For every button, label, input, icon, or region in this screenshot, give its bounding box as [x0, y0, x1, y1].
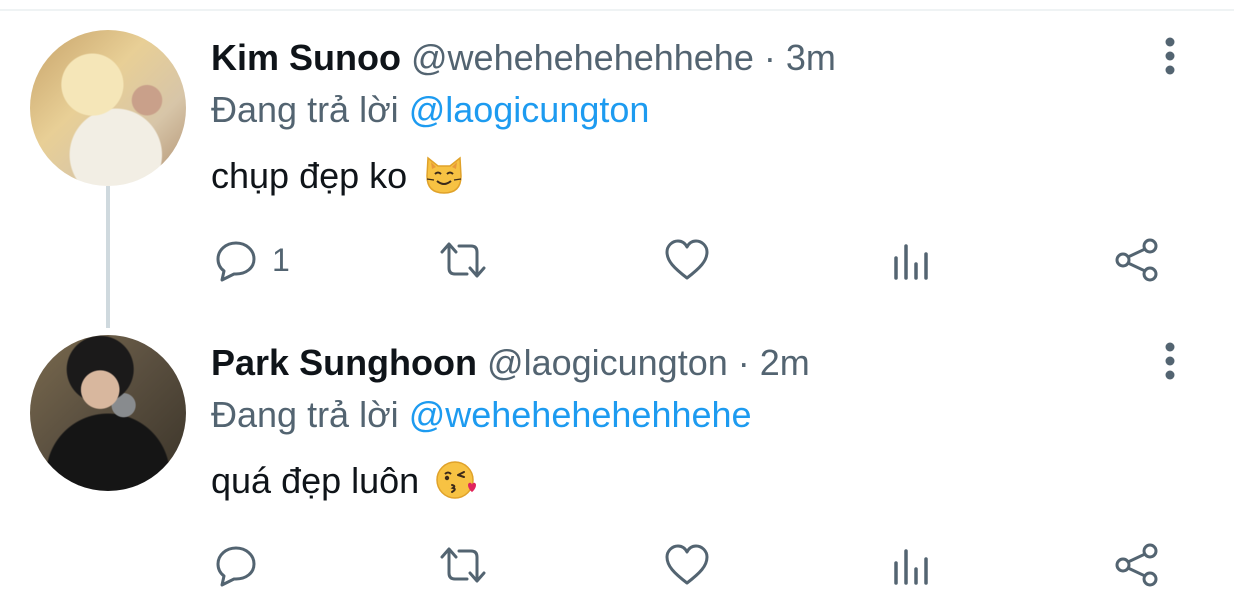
top-divider: [0, 9, 1234, 11]
replying-to: Đang trả lời @laogicungton: [211, 90, 649, 130]
tweet-actions: 1: [0, 236, 1234, 284]
mention-link[interactable]: @wehehehehehhehe: [409, 394, 752, 435]
tweet-text-content: chụp đẹp ko: [211, 155, 408, 196]
handle[interactable]: @laogicungton: [487, 342, 728, 383]
timestamp[interactable]: 3m: [786, 37, 836, 78]
tweet-text: chụp đẹp ko: [211, 154, 465, 196]
kissing-face-emoji: [436, 461, 477, 499]
heart-icon: [665, 544, 709, 585]
reply-button[interactable]: 1: [214, 236, 290, 284]
retweet-button[interactable]: [438, 236, 488, 284]
replying-to: Đang trả lời @wehehehehehhehe: [211, 395, 752, 435]
tweet-header: Kim Sunoo @wehehehehehhehe · 3m: [211, 38, 836, 78]
replying-to-label: Đang trả lời: [211, 89, 399, 130]
stats-button[interactable]: [892, 236, 932, 284]
smiling-cat-emoji: [426, 156, 462, 194]
like-button[interactable]: [664, 236, 710, 284]
share-icon: [1115, 543, 1158, 587]
reply-count: 1: [272, 241, 290, 278]
tweet-header: Park Sunghoon @laogicungton · 2m: [211, 343, 810, 383]
share-icon: [1115, 238, 1158, 282]
share-button[interactable]: [1114, 236, 1160, 284]
reply-icon: [216, 241, 256, 282]
more-options-button[interactable]: [1152, 339, 1188, 383]
like-button[interactable]: [664, 541, 710, 589]
tweet-actions: [0, 541, 1234, 589]
more-vertical-icon: [1165, 342, 1175, 380]
handle[interactable]: @wehehehehehhehe: [411, 37, 754, 78]
tweet-text: quá đẹp luôn: [211, 459, 477, 501]
separator: ·: [737, 342, 750, 383]
timestamp[interactable]: 2m: [760, 342, 810, 383]
share-button[interactable]: [1114, 541, 1160, 589]
tweet-text-content: quá đẹp luôn: [211, 460, 420, 501]
separator: ·: [763, 37, 776, 78]
stats-icon: [894, 549, 928, 585]
replying-to-label: Đang trả lời: [211, 394, 399, 435]
reply-button[interactable]: [214, 541, 272, 589]
avatar[interactable]: [30, 335, 186, 491]
retweet-button[interactable]: [438, 541, 488, 589]
stats-button[interactable]: [892, 541, 932, 589]
heart-icon: [665, 239, 709, 280]
reply-icon: [216, 546, 256, 587]
more-options-button[interactable]: [1152, 34, 1188, 78]
more-vertical-icon: [1165, 37, 1175, 75]
display-name[interactable]: Park Sunghoon: [211, 342, 477, 383]
display-name[interactable]: Kim Sunoo: [211, 37, 401, 78]
tweet-thread: Kim Sunoo @wehehehehehhehe · 3m Đang trả…: [0, 0, 1234, 607]
retweet-icon: [440, 547, 486, 583]
avatar[interactable]: [30, 30, 186, 186]
stats-icon: [894, 244, 928, 280]
mention-link[interactable]: @laogicungton: [409, 89, 650, 130]
retweet-icon: [440, 242, 486, 278]
